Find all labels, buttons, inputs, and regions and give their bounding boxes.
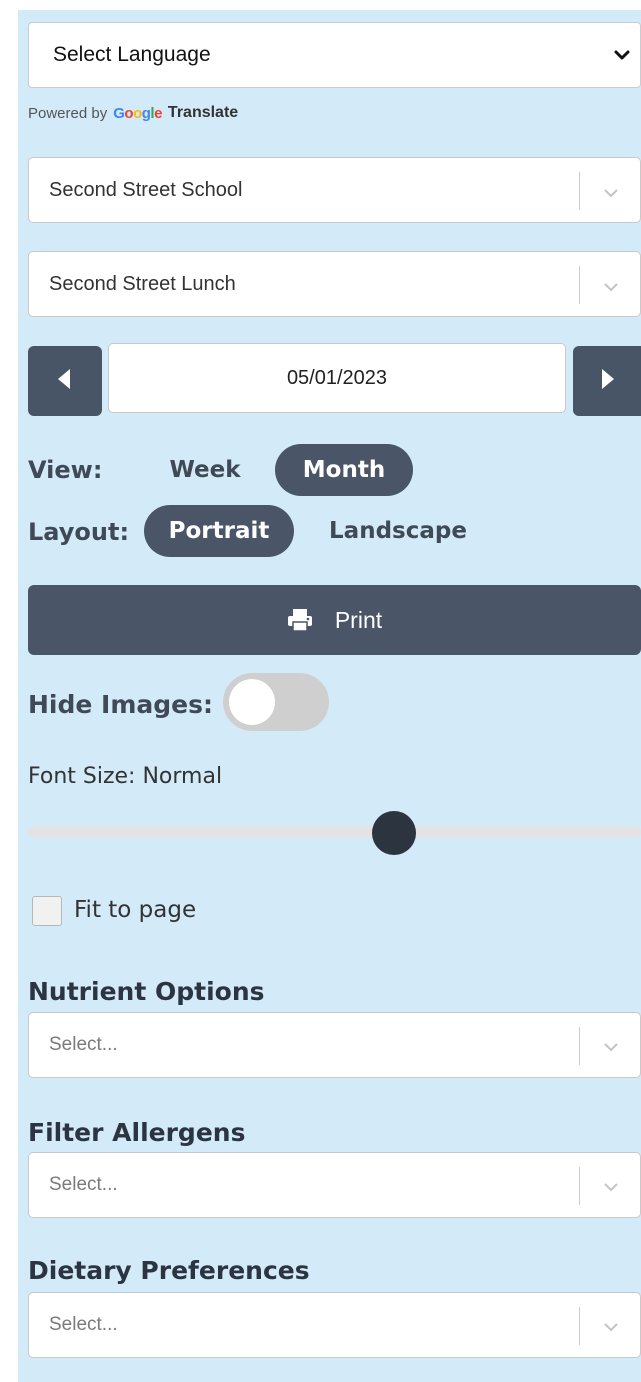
font-size-slider-thumb[interactable] [372,811,416,855]
powered-by-text: Powered by [28,104,108,122]
dietary-preferences-heading: Dietary Preferences [28,1256,310,1285]
select-placeholder: Select... [49,1174,118,1195]
google-logo: Google [113,104,162,122]
font-size-label: Font Size: Normal [28,764,223,789]
previous-date-button[interactable] [28,346,102,416]
chevron-down-icon [612,45,632,71]
filter-allergens-select[interactable]: Select... [28,1152,641,1218]
toggle-knob [229,679,275,725]
caret-right-icon [597,367,617,396]
chevron-down-icon [602,1038,620,1060]
indicator-separator [579,1307,580,1345]
chevron-down-icon [602,1318,620,1340]
font-size-slider-track[interactable] [28,826,641,838]
dietary-preferences-select[interactable]: Select... [28,1292,641,1358]
layout-landscape-option[interactable]: Landscape [310,505,486,557]
powered-by-google-translate: Powered by Google Translate [28,101,238,125]
print-button-label: Print [334,606,383,633]
layout-label: Layout: [28,518,130,546]
select-placeholder: Select... [49,1314,118,1335]
print-button[interactable]: Print [28,585,641,655]
indicator-separator [579,266,580,304]
print-icon [287,608,313,632]
nutrient-options-heading: Nutrient Options [28,977,265,1006]
school-select-value: Second Street School [49,178,243,201]
filter-allergens-heading: Filter Allergens [28,1118,246,1147]
fit-to-page-label[interactable]: Fit to page [74,897,196,923]
nutrient-options-select[interactable]: Select... [28,1012,641,1078]
indicator-separator [579,1027,580,1065]
chevron-down-icon [602,183,620,206]
next-date-button[interactable] [573,346,641,416]
view-month-option[interactable]: Month [275,444,413,496]
school-select[interactable]: Second Street School [28,157,641,223]
language-select-label: Select Language [53,43,211,66]
view-week-option[interactable]: Week [152,444,258,496]
select-placeholder: Select... [49,1034,118,1055]
language-select[interactable]: Select Language [28,22,641,88]
date-value: 05/01/2023 [286,366,388,389]
chevron-down-icon [602,277,620,300]
hide-images-toggle[interactable] [223,673,329,731]
menu-select[interactable]: Second Street Lunch [28,251,641,317]
view-label: View: [28,456,103,484]
hide-images-label: Hide Images: [28,690,213,719]
chevron-down-icon [602,1178,620,1200]
date-input[interactable]: 05/01/2023 [108,343,566,413]
menu-select-value: Second Street Lunch [49,272,236,295]
layout-portrait-option[interactable]: Portrait [144,505,294,557]
indicator-separator [579,172,580,210]
translate-link[interactable]: Translate [168,104,238,122]
caret-left-icon [55,367,75,396]
fit-to-page-checkbox[interactable] [32,896,62,926]
indicator-separator [579,1167,580,1205]
